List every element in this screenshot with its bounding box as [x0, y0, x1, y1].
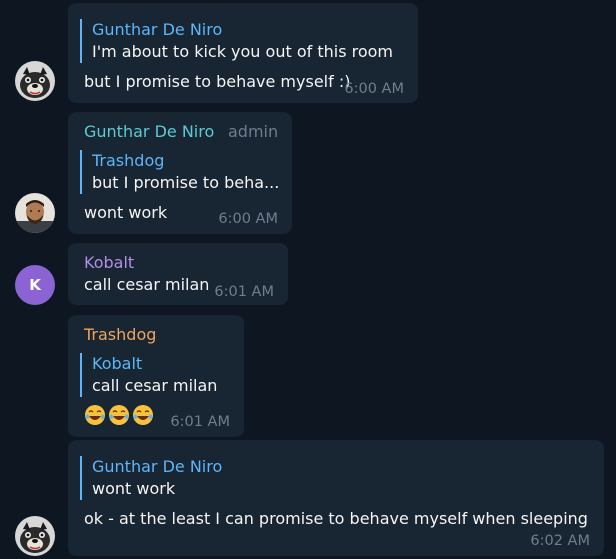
reply-quote[interactable]: Kobalt call cesar milan	[80, 353, 217, 397]
tears-of-joy-emoji-icon	[85, 405, 105, 425]
message-timestamp: 6:01 AM	[170, 414, 230, 430]
message-text: call cesar milan	[84, 275, 210, 294]
reply-quote[interactable]: Gunthar De Niro wont work	[80, 456, 222, 500]
message-bubble[interactable]: Kobalt call cesar milan 6:01 AM	[68, 243, 288, 305]
dog-avatar-icon	[15, 61, 55, 101]
avatar-kobalt[interactable]: K	[15, 265, 55, 305]
avatar-gunthar[interactable]	[15, 193, 55, 233]
sender-name[interactable]: Kobalt	[84, 252, 134, 274]
message-timestamp: 6:00 AM	[218, 211, 278, 227]
reply-text: but I promise to beha...	[92, 173, 280, 192]
tears-of-joy-emoji-icon	[109, 405, 129, 425]
message-timestamp: 6:00 AM	[344, 81, 404, 97]
message-text: but I promise to behave myself :)	[84, 72, 351, 91]
message-bubble[interactable]: Trashdog Kobalt call cesar milan 6:01 AM	[68, 315, 244, 437]
reply-quote[interactable]: Gunthar De Niro I'm about to kick you ou…	[80, 19, 393, 63]
reply-sender-name: Trashdog	[92, 151, 165, 170]
reply-quote[interactable]: Trashdog but I promise to beha...	[80, 150, 279, 194]
message-bubble[interactable]: Gunthar De Niro admin Trashdog but I pro…	[68, 112, 292, 234]
message-timestamp: 6:02 AM	[530, 533, 590, 549]
reply-sender-name: Gunthar De Niro	[92, 457, 223, 476]
avatar-trashdog[interactable]	[15, 516, 55, 556]
avatar-initial: K	[29, 276, 41, 294]
admin-badge: admin	[228, 122, 279, 141]
message-text: ok - at the least I can promise to behav…	[84, 509, 588, 528]
chat-history: Gunthar De Niro I'm about to kick you ou…	[0, 0, 616, 559]
message-bubble[interactable]: Gunthar De Niro wont work ok - at the le…	[68, 440, 604, 556]
reply-text: wont work	[92, 479, 176, 498]
emoji-row	[84, 404, 156, 426]
reply-text: call cesar milan	[92, 376, 218, 395]
dog-avatar-icon	[15, 516, 55, 556]
message-bubble[interactable]: Gunthar De Niro I'm about to kick you ou…	[68, 3, 418, 103]
avatar-trashdog[interactable]	[15, 61, 55, 101]
sender-name[interactable]: Gunthar De Niro	[84, 121, 214, 143]
reply-sender-name: Kobalt	[92, 354, 143, 373]
sender-name[interactable]: Trashdog	[84, 324, 156, 346]
message-timestamp: 6:01 AM	[214, 284, 274, 300]
reply-text: I'm about to kick you out of this room	[92, 42, 393, 61]
message-text: wont work	[84, 203, 168, 222]
user-photo-icon	[15, 193, 55, 233]
tears-of-joy-emoji-icon	[133, 405, 153, 425]
reply-sender-name: Gunthar De Niro	[92, 20, 223, 39]
